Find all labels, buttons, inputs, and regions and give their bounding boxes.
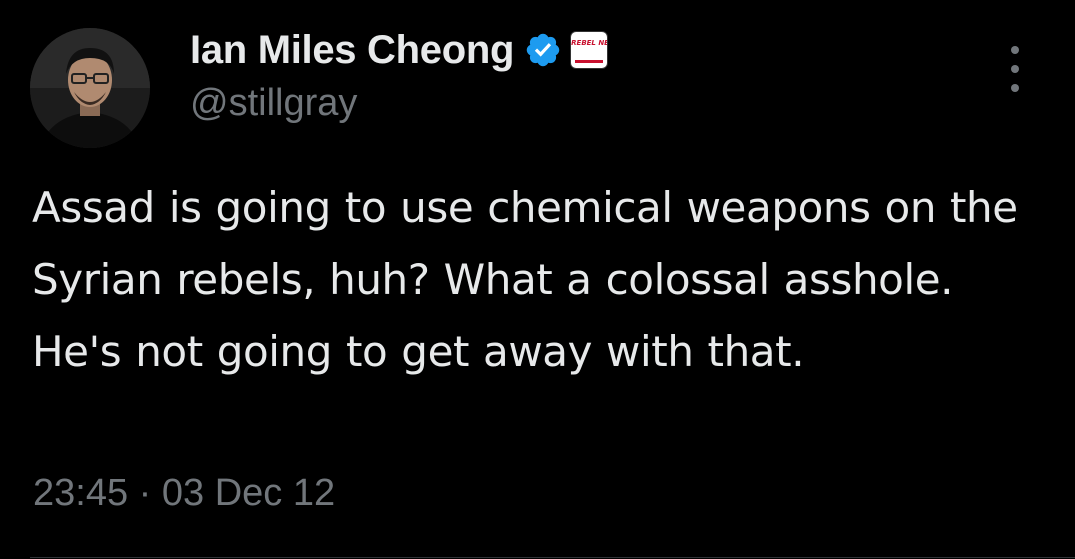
more-options-button[interactable] (1000, 46, 1030, 92)
tweet-text: Assad is going to use chemical weapons o… (32, 183, 1018, 376)
affiliate-badge-stripe (575, 60, 604, 63)
tweet-timestamp[interactable]: 23:45 · 03 Dec 12 (33, 472, 335, 515)
author-name-row: Ian Miles Cheong REBEL NEWS (190, 24, 609, 76)
author-handle[interactable]: @stillgray (190, 82, 357, 125)
affiliate-badge-logo[interactable]: REBEL NEWS (570, 31, 609, 69)
more-dot-icon (1011, 84, 1019, 92)
tweet-card: Ian Miles Cheong REBEL NEWS @stillgray A… (0, 0, 1075, 559)
avatar[interactable] (30, 28, 150, 148)
verified-badge-icon[interactable] (524, 31, 562, 69)
more-dot-icon (1011, 65, 1019, 73)
divider (30, 557, 1075, 558)
author-display-name[interactable]: Ian Miles Cheong (190, 28, 514, 73)
affiliate-badge-text: REBEL NEWS (571, 39, 609, 47)
more-dot-icon (1011, 46, 1019, 54)
